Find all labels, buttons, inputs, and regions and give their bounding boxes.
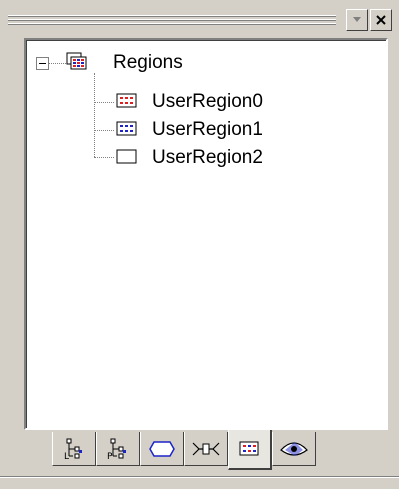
regions-panel: Regions UserRegion0 UserRegion1 UserRegi… (0, 0, 399, 489)
tree-p-icon: P (107, 438, 126, 461)
tree-p-tab[interactable]: P (96, 432, 140, 466)
connector-tab[interactable] (184, 432, 228, 466)
dropdown-arrow-icon (353, 17, 361, 22)
region-tree-view[interactable]: Regions UserRegion0 UserRegion1 UserRegi… (24, 38, 388, 430)
hexagon-icon (149, 440, 175, 457)
tree-connector (94, 157, 114, 158)
tree-root-label[interactable]: Regions (113, 52, 183, 74)
tree-item-userregion2[interactable]: UserRegion2 (152, 147, 263, 169)
region-blue-grid-icon (116, 121, 137, 136)
tree-connector (94, 73, 95, 157)
tree-l-tab[interactable]: L (52, 432, 96, 466)
region-empty-icon (116, 149, 137, 164)
connector-icon (192, 442, 220, 455)
tree-connector (94, 102, 114, 103)
svg-text:L: L (64, 452, 69, 461)
view-tab[interactable] (272, 432, 316, 466)
close-button[interactable] (370, 9, 392, 31)
title-grip[interactable] (8, 14, 336, 26)
svg-text:P: P (107, 452, 113, 461)
tree-connector (49, 63, 66, 64)
status-separator-highlight (0, 477, 399, 478)
region-red-grid-icon (116, 93, 137, 108)
tab-strip: L P (0, 430, 399, 489)
tree-item-userregion1[interactable]: UserRegion1 (152, 119, 263, 141)
regions-icon (239, 441, 258, 456)
tree-l-icon: L (64, 438, 82, 461)
dropdown-button[interactable] (346, 9, 368, 31)
collapse-toggle[interactable] (36, 57, 49, 70)
tree-item-userregion0[interactable]: UserRegion0 (152, 91, 263, 113)
eye-shape-icon (280, 441, 308, 456)
shape-tab[interactable] (140, 432, 184, 466)
close-icon (376, 15, 386, 25)
tree-connector (94, 130, 114, 131)
regions-icon (66, 52, 87, 70)
regions-tab[interactable] (228, 430, 272, 470)
